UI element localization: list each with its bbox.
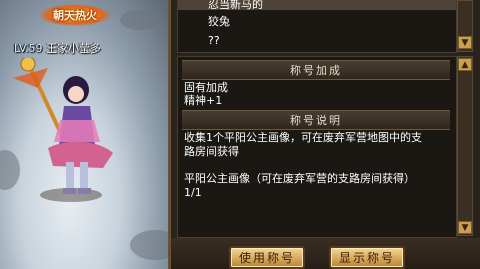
title-list-item[interactable]: 狡兔 <box>208 13 230 29</box>
detail-scrollbar[interactable]: ▲ ▼ <box>457 56 473 236</box>
description-section-header: 称号说明 <box>182 110 450 130</box>
progress-text: 1/1 <box>184 186 202 199</box>
title-list-item[interactable]: 忍当新马的 <box>208 0 263 12</box>
staff-head <box>20 58 36 72</box>
title-list[interactable]: 忍当新马的 狡兔 ?? <box>177 0 457 53</box>
bonus-line: 精神+1 <box>184 94 223 107</box>
background-rock <box>120 10 160 30</box>
character-preview: 朝天热火 LV.59 王家小莹多 <box>0 0 170 269</box>
scroll-down-icon[interactable]: ▼ <box>458 36 472 49</box>
character-model <box>13 58 113 194</box>
title-list-scrollbar[interactable]: ▼ <box>457 0 473 52</box>
character-boot <box>63 188 76 194</box>
scroll-down-icon[interactable]: ▼ <box>458 221 472 234</box>
description-line: 收集1个平阳公主画像，可在废弃军营地图中的支 <box>184 131 422 144</box>
title-panel: 忍当新马的 狡兔 ?? ▼ 称号加成 固有加成 精神+1 称号说明 收集1个平阳… <box>168 0 480 269</box>
character-level: LV.59 <box>14 42 43 55</box>
action-bar: 使用称号 显示称号 <box>171 238 480 269</box>
character-leg <box>80 162 88 192</box>
bonus-line: 固有加成 <box>184 81 228 94</box>
title-list-item[interactable]: ?? <box>208 34 220 47</box>
character-title-badge: 朝天热火 <box>40 4 110 26</box>
character-nameplate: LV.59 王家小莹多 <box>14 40 101 56</box>
character-title: 朝天热火 <box>53 9 97 22</box>
character-boot <box>78 188 91 194</box>
background-rock <box>130 230 170 260</box>
title-detail-box: 称号加成 固有加成 精神+1 称号说明 收集1个平阳公主画像，可在废弃军营地图中… <box>177 56 457 238</box>
character-sash <box>54 120 100 142</box>
use-title-button[interactable]: 使用称号 <box>229 246 305 269</box>
character-face <box>68 86 84 102</box>
requirement-text: 平阳公主画像（可在废弃军营的支路房间获得） <box>184 172 415 185</box>
show-title-button[interactable]: 显示称号 <box>329 246 405 269</box>
scroll-up-icon[interactable]: ▲ <box>458 58 472 71</box>
description-line: 路房间获得 <box>184 145 239 158</box>
character-leg <box>66 162 74 192</box>
character-name: 王家小莹多 <box>46 42 102 55</box>
bonus-section-header: 称号加成 <box>182 60 450 80</box>
